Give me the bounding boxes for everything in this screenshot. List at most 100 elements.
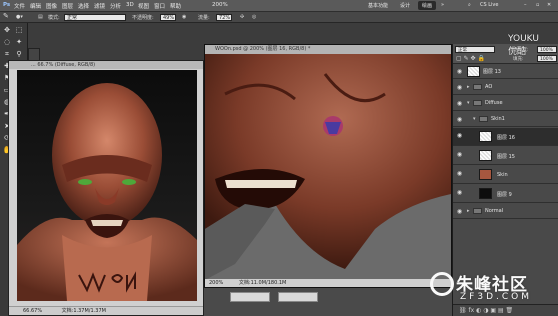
- blend-mode-select[interactable]: 正常: [455, 46, 495, 53]
- doc1-title-bar[interactable]: ... 66.7% (Diffuse, RGB/8): [9, 61, 203, 69]
- expand-arrow-icon[interactable]: ▾: [467, 100, 470, 106]
- crop-tool-icon[interactable]: ⌗: [2, 49, 12, 59]
- layer-thumbnail: [479, 188, 492, 199]
- visibility-eye-icon[interactable]: ◉: [456, 170, 463, 177]
- menu-select[interactable]: 选择: [78, 2, 89, 10]
- doc1-doc-size: 文档:1.37M/1.37M: [61, 308, 106, 314]
- visibility-eye-icon[interactable]: ◉: [456, 84, 463, 91]
- doc1-zoom[interactable]: 66.67%: [23, 308, 42, 314]
- youku-watermark: YOUKU 优酷: [508, 34, 539, 57]
- ogre-closeup-render: [205, 54, 451, 280]
- visibility-eye-icon[interactable]: ◉: [456, 189, 463, 196]
- close-icon[interactable]: ✕: [547, 2, 551, 8]
- document-window-2[interactable]: WOOn.psd @ 200% (图层 16, RGB/8) * 200% 文档…: [204, 44, 452, 288]
- collapse-arrow-icon[interactable]: ▸: [467, 208, 470, 214]
- doc1-status-bar: 66.67% 文档:1.37M/1.37M: [9, 306, 203, 315]
- visibility-eye-icon[interactable]: ◉: [456, 116, 463, 123]
- zf3d-logo-icon: [430, 272, 454, 296]
- layer-name: Diffuse: [485, 100, 503, 106]
- layer-name: AO: [485, 84, 493, 90]
- layer-thumbnail: [467, 66, 480, 77]
- layer-group-row[interactable]: ◉ ▸ AO: [453, 80, 558, 95]
- brush-panel-icon[interactable]: ▤: [38, 14, 43, 20]
- mode-select[interactable]: 正常: [64, 14, 126, 21]
- menu-window[interactable]: 窗口: [154, 2, 165, 10]
- layer-group-row[interactable]: ◉ ▸ Normal: [453, 204, 558, 219]
- zoom-level[interactable]: 200%: [212, 2, 228, 8]
- layer-row-selected[interactable]: ◉ 图层 16: [453, 128, 558, 146]
- lock-icons[interactable]: ▢ ✎ ✥ 🔒: [456, 55, 485, 62]
- ps-logo[interactable]: Ps: [3, 2, 10, 8]
- layer-thumbnail: [479, 169, 492, 180]
- menu-help[interactable]: 帮助: [170, 2, 181, 10]
- menu-analysis[interactable]: 分析: [110, 2, 121, 10]
- doc2-zoom[interactable]: 200%: [209, 280, 223, 286]
- pressure-opacity-icon[interactable]: ◉: [182, 14, 186, 20]
- layer-name: Skin: [497, 172, 508, 178]
- visibility-eye-icon[interactable]: ◉: [456, 208, 463, 215]
- menu-layer[interactable]: 图层: [62, 2, 73, 10]
- visibility-eye-icon[interactable]: ◉: [456, 151, 463, 158]
- layer-name: 图层 13: [483, 69, 501, 75]
- collapse-arrow-icon[interactable]: ▸: [467, 84, 470, 90]
- eyedropper-icon[interactable]: ⚲: [14, 49, 24, 59]
- doc1-canvas[interactable]: [17, 70, 197, 301]
- menu-view[interactable]: 视图: [138, 2, 149, 10]
- menu-filter[interactable]: 滤镜: [94, 2, 105, 10]
- layer-row[interactable]: ◉ 图层 9: [453, 185, 558, 203]
- pressure-size-icon[interactable]: ◎: [252, 14, 256, 20]
- doc2-status-bar: 200% 文档:11.0M/180.1M: [205, 279, 451, 287]
- folder-icon: [473, 100, 482, 106]
- layer-row[interactable]: ◉ 图层 13: [453, 64, 558, 79]
- opacity-input[interactable]: 49%: [160, 14, 176, 21]
- brush-size-icon[interactable]: ●▾: [16, 14, 23, 20]
- youku-chinese-text: 优酷: [508, 47, 527, 57]
- ogre-render: [17, 83, 197, 301]
- document-window-1[interactable]: ... 66.7% (Diffuse, RGB/8) 66.67% 文档:1.3…: [8, 60, 204, 316]
- layer-row[interactable]: ◉ 图层 15: [453, 147, 558, 165]
- minimized-window[interactable]: [278, 292, 318, 302]
- magic-wand-icon[interactable]: ✦: [14, 37, 24, 47]
- minimize-icon[interactable]: –: [524, 2, 527, 8]
- menu-3d[interactable]: 3D: [126, 2, 134, 8]
- zf3d-watermark: 朱峰社区 ZF3D.COM: [430, 270, 558, 310]
- layer-name: Skin1: [491, 116, 505, 122]
- layer-group-row[interactable]: ◉ ▾ Diffuse: [453, 96, 558, 111]
- doc2-doc-size: 文档:11.0M/180.1M: [238, 280, 287, 286]
- menu-image[interactable]: 图像: [46, 2, 57, 10]
- fill-input[interactable]: 100%: [537, 55, 557, 62]
- workspace-design[interactable]: 设计: [400, 2, 410, 9]
- expand-arrow-icon[interactable]: ▾: [473, 116, 476, 122]
- layer-name: Normal: [485, 208, 504, 214]
- visibility-eye-icon[interactable]: ◉: [456, 100, 463, 107]
- flow-label: 流量:: [198, 15, 210, 21]
- options-bar: ✎ ●▾ ▤ 模式: 正常 不透明度: 49% ◉ 流量: 72% ✣ ◎: [0, 12, 558, 23]
- layer-name: 图层 15: [497, 154, 515, 160]
- workspace-painting[interactable]: 绘画: [418, 1, 437, 10]
- workspace-background: [204, 288, 452, 316]
- menu-edit[interactable]: 编辑: [30, 2, 41, 10]
- visibility-eye-icon[interactable]: ◉: [456, 68, 463, 75]
- mode-label: 模式:: [48, 15, 60, 21]
- layer-row[interactable]: ◉ Skin: [453, 166, 558, 184]
- layer-thumbnail: [479, 131, 492, 142]
- opacity-label: 不透明度:: [132, 15, 154, 21]
- flow-input[interactable]: 72%: [216, 14, 232, 21]
- move-tool-icon[interactable]: ✥: [2, 25, 12, 35]
- doc2-title-bar[interactable]: WOOn.psd @ 200% (图层 16, RGB/8) *: [205, 45, 451, 54]
- airbrush-icon[interactable]: ✣: [240, 14, 244, 20]
- layer-opacity-input[interactable]: 100%: [537, 46, 557, 53]
- marquee-tool-icon[interactable]: ⬚: [14, 25, 24, 35]
- brush-tool-icon[interactable]: ✎: [3, 12, 9, 20]
- minimized-window[interactable]: [230, 292, 270, 302]
- workspace-menu-icon[interactable]: »: [441, 2, 444, 8]
- workspace-essentials[interactable]: 基本功能: [368, 2, 388, 9]
- layer-group-row[interactable]: ◉ ▾ Skin1: [453, 112, 558, 127]
- cs-live-button[interactable]: CS Live: [480, 2, 498, 8]
- menu-file[interactable]: 文件: [14, 2, 25, 10]
- lasso-tool-icon[interactable]: ◌: [2, 37, 12, 47]
- visibility-eye-icon[interactable]: ◉: [456, 132, 463, 139]
- search-icon[interactable]: ⌕: [468, 2, 471, 8]
- restore-icon[interactable]: ▫: [536, 2, 539, 8]
- doc2-canvas[interactable]: [205, 54, 451, 280]
